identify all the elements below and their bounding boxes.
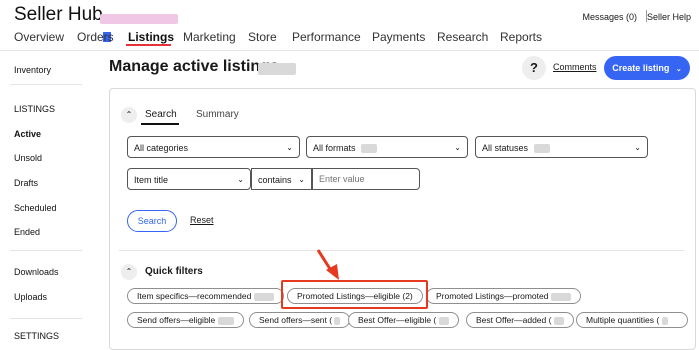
redacted-count [661,316,668,325]
store-badge [100,10,190,42]
messages-link[interactable]: Messages (0) [582,12,637,22]
create-listing-label: Create listing [612,63,670,73]
redacted-text [258,63,296,75]
sidebar-item-drafts[interactable]: Drafts [14,178,38,188]
chip-label: Multiple quantities ( [586,315,660,325]
chevron-down-icon: ⌄ [237,175,244,184]
chip-best-offer-added[interactable]: Best Offer—added ( [466,312,574,328]
chip-label: Promoted Listings—promoted [436,291,549,301]
sidebar-item-scheduled[interactable]: Scheduled [14,203,57,213]
seller-help-link[interactable]: Seller Help [647,12,691,22]
chip-send-offers-eligible[interactable]: Send offers—eligible [127,312,244,328]
chip-send-offers-sent[interactable]: Send offers—sent ( [249,312,351,328]
chip-item-specifics[interactable]: Item specifics—recommended [127,288,284,304]
nav-listings[interactable]: Listings [128,30,174,44]
status-select-value: All statuses [482,143,529,153]
reset-link[interactable]: Reset [190,215,214,225]
operator-select[interactable]: contains ⌄ [251,168,312,190]
status-select[interactable]: All statuses ⌄ [475,136,648,158]
redacted-count [438,316,449,325]
nav-marketing[interactable]: Marketing [183,30,236,44]
chevron-down-icon: ⌄ [454,143,461,152]
category-select[interactable]: All categories ⌄ [127,136,300,158]
nav-payments[interactable]: Payments [372,30,425,44]
sidebar-item-unsold[interactable]: Unsold [14,153,42,163]
sidebar-item-ended[interactable]: Ended [14,227,40,237]
active-tab-indicator [141,123,179,125]
format-select-value: All formats [313,143,356,153]
redacted-count [334,316,341,325]
sidebar-item-active[interactable]: Active [14,129,41,139]
sidebar-section-settings: SETTINGS [14,331,60,341]
highlight-annotation [281,280,428,309]
nav-overview[interactable]: Overview [14,30,64,44]
chip-best-offer-eligible[interactable]: Best Offer—eligible ( [348,312,459,328]
tab-search[interactable]: Search [145,109,177,120]
create-listing-button[interactable]: Create listing ⌄ [604,56,690,80]
field-select[interactable]: Item title ⌄ [127,168,251,190]
chip-label: Send offers—sent ( [259,315,333,325]
chip-multiple-quantities[interactable]: Multiple quantities ( [576,312,688,328]
chevron-down-icon: ⌄ [634,143,641,152]
sidebar-divider [10,318,82,319]
app-title[interactable]: Seller Hub [14,4,103,26]
comments-link[interactable]: Comments [553,62,597,72]
redacted-count [361,144,378,154]
format-select[interactable]: All formats ⌄ [306,136,468,158]
redacted-count [253,292,274,301]
chevron-down-icon: ⌄ [298,175,305,184]
sidebar-divider [10,84,82,85]
section-divider [119,250,684,251]
quick-filters-label: Quick filters [145,266,203,277]
field-select-value: Item title [134,175,169,185]
nav-research[interactable]: Research [437,30,488,44]
category-select-value: All categories [134,143,189,153]
sidebar-section-listings: LISTINGS [14,104,56,114]
sidebar-divider [10,250,82,251]
chip-promoted-promoted[interactable]: Promoted Listings—promoted [426,288,581,304]
collapse-quick-filters-icon[interactable]: ⌃ [121,264,137,280]
page-title: Manage active listings [109,58,279,75]
collapse-search-icon[interactable]: ⌃ [121,107,137,123]
arrow-annotation-icon [316,249,339,280]
chip-label: Best Offer—eligible ( [358,315,437,325]
chevron-down-icon: ⌄ [286,143,293,152]
nav-orders[interactable]: Orders [77,30,114,44]
redacted-count [550,292,571,301]
chevron-down-icon: ⌄ [675,66,682,73]
chip-label: Send offers—eligible [137,315,216,325]
nav-performance[interactable]: Performance [292,30,361,44]
active-nav-indicator [126,44,171,46]
sidebar-item-uploads[interactable]: Uploads [14,292,47,302]
chip-label: Best Offer—added ( [476,315,552,325]
help-button[interactable]: ? [522,56,546,80]
nav-store[interactable]: Store [248,30,277,44]
operator-select-value: contains [258,175,292,185]
tab-summary[interactable]: Summary [196,109,239,120]
sidebar-item-downloads[interactable]: Downloads [14,267,59,277]
search-value-input[interactable] [312,168,420,190]
redacted-count [217,316,234,325]
search-button[interactable]: Search [127,210,177,232]
top-header: Seller Hub Messages (0) Seller Help Over… [0,0,699,51]
redacted-count [533,144,550,154]
redacted-count [553,316,564,325]
sidebar-item-inventory[interactable]: Inventory [14,65,51,75]
chip-label: Item specifics—recommended [137,291,252,301]
nav-reports[interactable]: Reports [500,30,542,44]
